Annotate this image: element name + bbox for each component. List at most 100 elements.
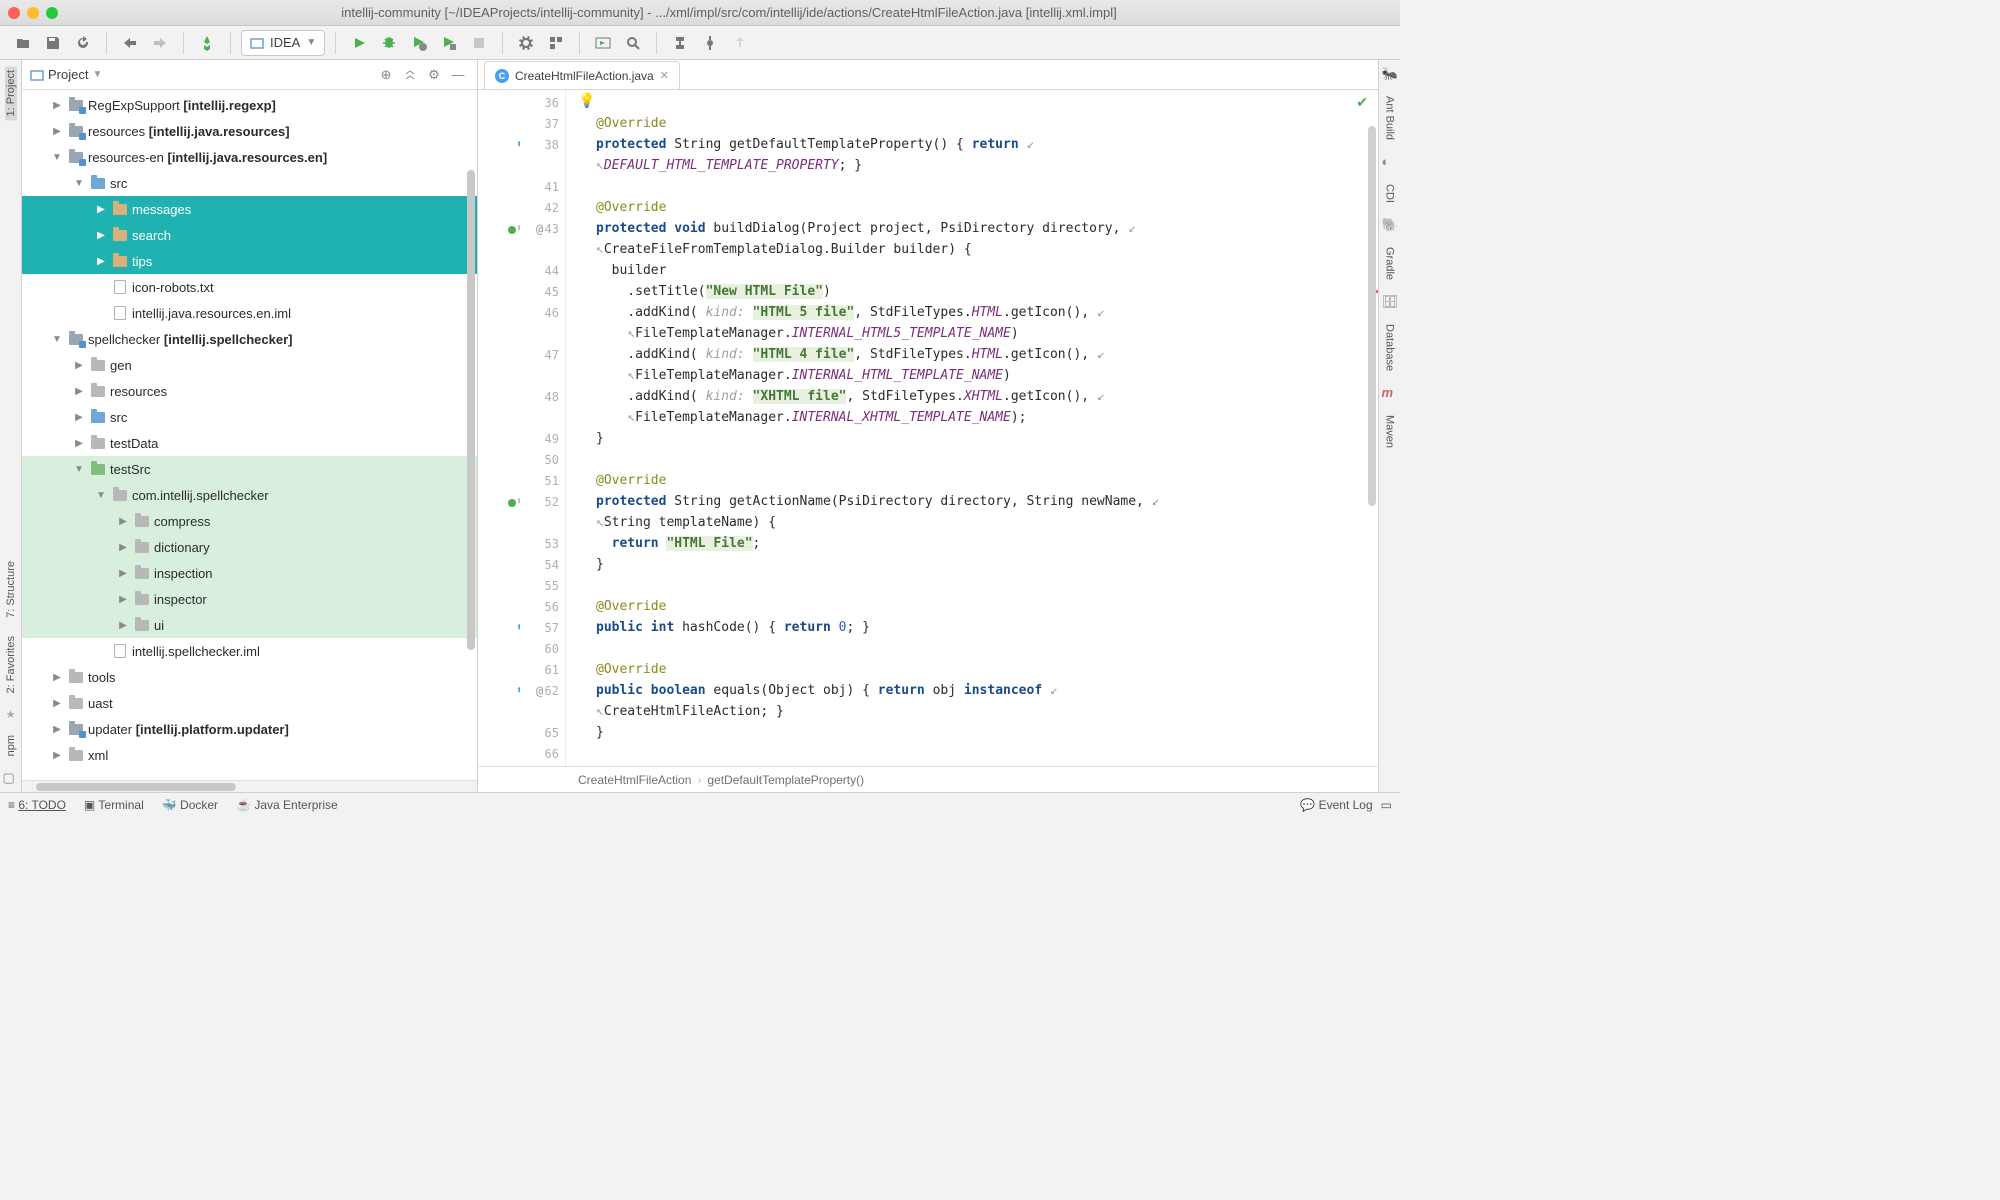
folder-icon — [90, 175, 106, 191]
editor-gutter[interactable]: 363738⬆414243⬆@444546474849505152⬆535455… — [478, 90, 566, 766]
intention-bulb-icon[interactable]: 💡 — [578, 92, 595, 109]
coverage-icon[interactable] — [406, 30, 432, 56]
folder-icon — [68, 123, 84, 139]
tree-item[interactable]: ▶inspector — [22, 586, 477, 612]
status-terminal[interactable]: ▣ Terminal — [84, 798, 144, 812]
separator — [579, 32, 580, 54]
close-icon[interactable]: ✕ — [660, 69, 669, 82]
project-structure-icon[interactable] — [543, 30, 569, 56]
settings-icon[interactable] — [513, 30, 539, 56]
collapse-icon[interactable]: ▢ — [3, 770, 19, 786]
tree-item[interactable]: intellij.java.resources.en.iml — [22, 300, 477, 326]
event-log[interactable]: 💬 Event Log — [1300, 798, 1372, 812]
tree-item-label: intellij.spellchecker.iml — [132, 644, 260, 659]
folder-icon — [68, 747, 84, 763]
tool-maven[interactable]: Maven — [1384, 411, 1396, 452]
tree-item[interactable]: ▼spellchecker [intellij.spellchecker] — [22, 326, 477, 352]
run-icon[interactable] — [346, 30, 372, 56]
back-icon[interactable] — [117, 30, 143, 56]
tool-database[interactable]: Database — [1384, 320, 1396, 375]
tree-item[interactable]: ▶inspection — [22, 560, 477, 586]
profile-icon[interactable] — [436, 30, 462, 56]
collapse-all-icon[interactable] — [399, 64, 421, 86]
tree-item-label: uast — [88, 696, 113, 711]
tree-item[interactable]: ▼resources-en [intellij.java.resources.e… — [22, 144, 477, 170]
tree-item[interactable]: ▶ui — [22, 612, 477, 638]
tool-ant[interactable]: Ant Build — [1384, 92, 1396, 144]
forward-icon[interactable] — [147, 30, 173, 56]
debug-icon[interactable] — [376, 30, 402, 56]
search-icon[interactable] — [620, 30, 646, 56]
status-todo[interactable]: ≡ 6: TODO — [8, 798, 66, 812]
tree-item[interactable]: ▶search — [22, 222, 477, 248]
folder-icon — [134, 513, 150, 529]
tool-structure[interactable]: 7: Structure — [5, 557, 17, 622]
horizontal-scrollbar[interactable] — [22, 780, 477, 792]
folder-icon — [68, 669, 84, 685]
folder-icon — [134, 591, 150, 607]
tree-item[interactable]: ▶tips — [22, 248, 477, 274]
breadcrumb-item[interactable]: getDefaultTemplateProperty() — [707, 773, 864, 787]
tool-project[interactable]: 1: Project — [5, 66, 17, 120]
tree-item[interactable]: ▶RegExpSupport [intellij.regexp] — [22, 92, 477, 118]
locate-icon[interactable]: ⊕ — [375, 64, 397, 86]
hide-icon[interactable]: — — [447, 64, 469, 86]
maximize-window-icon[interactable] — [46, 7, 58, 19]
scrollbar[interactable] — [467, 170, 475, 650]
tool-favorites[interactable]: 2: Favorites — [5, 632, 17, 697]
open-icon[interactable] — [10, 30, 36, 56]
tree-item[interactable]: ▶updater [intellij.platform.updater] — [22, 716, 477, 742]
database-icon: 🗄 — [1382, 294, 1398, 310]
tree-item[interactable]: ▼src — [22, 170, 477, 196]
status-docker[interactable]: 🐳 Docker — [162, 798, 218, 812]
vcs-push-icon[interactable] — [727, 30, 753, 56]
tree-item[interactable]: ▶uast — [22, 690, 477, 716]
refresh-icon[interactable] — [70, 30, 96, 56]
tree-item[interactable]: ▶src — [22, 404, 477, 430]
run-config-select[interactable]: IDEA ▼ — [241, 30, 325, 56]
tree-item[interactable]: icon-robots.txt — [22, 274, 477, 300]
folder-icon — [112, 227, 128, 243]
tree-item[interactable]: ▼com.intellij.spellchecker — [22, 482, 477, 508]
tree-item[interactable]: ▶compress — [22, 508, 477, 534]
tree-item[interactable]: ▶tools — [22, 664, 477, 690]
project-panel-title[interactable]: Project ▼ — [30, 67, 369, 82]
run-anything-icon[interactable] — [590, 30, 616, 56]
code-editor[interactable]: @Overrideprotected String getDefaultTemp… — [566, 90, 1378, 766]
tree-item-label: src — [110, 176, 127, 191]
tool-npm[interactable]: npm — [5, 731, 17, 760]
tree-item[interactable]: ▶testData — [22, 430, 477, 456]
editor-tab[interactable]: C CreateHtmlFileAction.java ✕ — [484, 61, 680, 89]
scrollbar[interactable] — [1368, 126, 1376, 506]
status-javaee[interactable]: ☕ Java Enterprise — [236, 798, 338, 812]
breadcrumbs: CreateHtmlFileAction › getDefaultTemplat… — [478, 766, 1378, 792]
save-icon[interactable] — [40, 30, 66, 56]
tool-gradle[interactable]: Gradle — [1384, 243, 1396, 284]
close-window-icon[interactable] — [8, 7, 20, 19]
tree-item-label: tips — [132, 254, 152, 269]
tree-item-label: com.intellij.spellchecker — [132, 488, 269, 503]
tree-item-label: testData — [110, 436, 158, 451]
stop-icon[interactable] — [466, 30, 492, 56]
project-tree[interactable]: ▶RegExpSupport [intellij.regexp]▶resourc… — [22, 90, 477, 780]
inspections-ok-icon[interactable]: ✔ — [1356, 94, 1368, 111]
tree-item-label: messages — [132, 202, 191, 217]
gear-icon[interactable]: ⚙ — [423, 64, 445, 86]
tree-item[interactable]: ▶resources — [22, 378, 477, 404]
file-icon — [112, 279, 128, 295]
tree-item[interactable]: ▶dictionary — [22, 534, 477, 560]
tree-item[interactable]: ▶xml — [22, 742, 477, 768]
tree-item[interactable]: ▶resources [intellij.java.resources] — [22, 118, 477, 144]
breadcrumb-item[interactable]: CreateHtmlFileAction — [578, 773, 691, 787]
vcs-commit-icon[interactable] — [697, 30, 723, 56]
tree-item[interactable]: ▼testSrc — [22, 456, 477, 482]
build-icon[interactable] — [194, 30, 220, 56]
tool-cdi[interactable]: CDI — [1384, 180, 1396, 207]
tree-item[interactable]: ▶gen — [22, 352, 477, 378]
vcs-update-icon[interactable] — [667, 30, 693, 56]
minimize-window-icon[interactable] — [27, 7, 39, 19]
tree-item[interactable]: intellij.spellchecker.iml — [22, 638, 477, 664]
star-icon: ★ — [6, 708, 16, 721]
memory-indicator[interactable]: ▭ — [1381, 798, 1392, 812]
tree-item[interactable]: ▶messages — [22, 196, 477, 222]
